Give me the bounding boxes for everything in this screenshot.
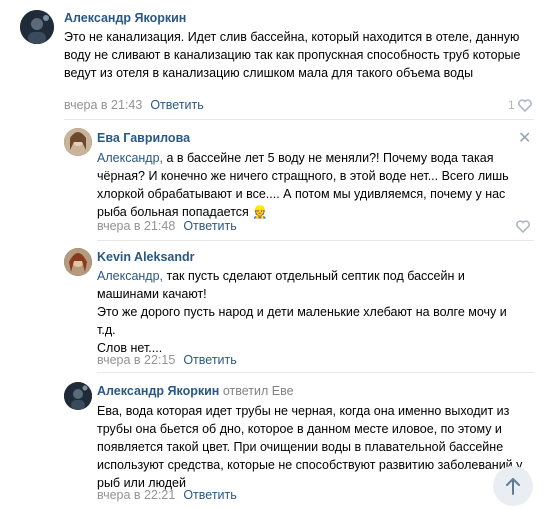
reply-button[interactable]: Ответить [183, 353, 236, 367]
reply-button[interactable]: Ответить [183, 219, 236, 233]
comment-meta: вчера в 22:15 Ответить [97, 353, 237, 367]
comment-time[interactable]: вчера в 21:43 [64, 98, 142, 112]
worker-emoji: 👷 [252, 205, 268, 219]
divider [64, 119, 534, 120]
comment-line: Это же дорого пусть народ и дети маленьк… [97, 305, 507, 337]
like-count: 1 [508, 98, 515, 112]
comment-time[interactable]: вчера в 22:15 [97, 353, 175, 367]
avatar[interactable] [64, 248, 92, 276]
comment-text: Это не канализация. Идет слив бассейна, … [64, 30, 521, 80]
divider [97, 372, 534, 373]
close-icon[interactable]: ✕ [518, 131, 531, 147]
heart-icon [516, 220, 530, 234]
comment-line: Александр, так пусть сделают отдельный с… [97, 267, 527, 303]
like-button[interactable]: 1 [508, 98, 532, 113]
comment-text: Ева, вода которая идет трубы не черная, … [97, 404, 523, 490]
reply-to-label[interactable]: ответил Еве [223, 384, 294, 398]
author-name[interactable]: Kevin Aleksandr [97, 250, 195, 264]
comment-meta: вчера в 21:43 Ответить [64, 98, 204, 112]
comment-time[interactable]: вчера в 22:21 [97, 488, 175, 502]
heart-icon [518, 99, 532, 113]
author-name: Александр Якоркин ответил Еве [97, 384, 294, 398]
author-name[interactable]: Александр Якоркин [64, 11, 186, 25]
comment-text: Александр, так пусть сделают отдельный с… [97, 267, 527, 357]
comment-meta: вчера в 21:48 Ответить [97, 219, 237, 233]
comment-time[interactable]: вчера в 21:48 [97, 219, 175, 233]
author-link[interactable]: Александр Якоркин [97, 384, 219, 398]
scroll-top-button[interactable] [493, 466, 533, 506]
arrow-up-icon [506, 478, 520, 495]
avatar[interactable] [64, 382, 92, 410]
reply-button[interactable]: Ответить [183, 488, 236, 502]
mention-link[interactable]: Александр, [97, 269, 163, 283]
avatar[interactable] [20, 10, 54, 44]
reply-button[interactable]: Ответить [150, 98, 203, 112]
mention-link[interactable]: Александр, [97, 151, 163, 165]
like-button[interactable] [516, 219, 530, 234]
avatar[interactable] [64, 128, 92, 156]
divider [97, 240, 534, 241]
comment-meta: вчера в 22:21 Ответить [97, 488, 237, 502]
author-name[interactable]: Ева Гаврилова [97, 131, 190, 145]
comment-text: Александр, а в бассейне лет 5 воду не ме… [97, 149, 527, 221]
